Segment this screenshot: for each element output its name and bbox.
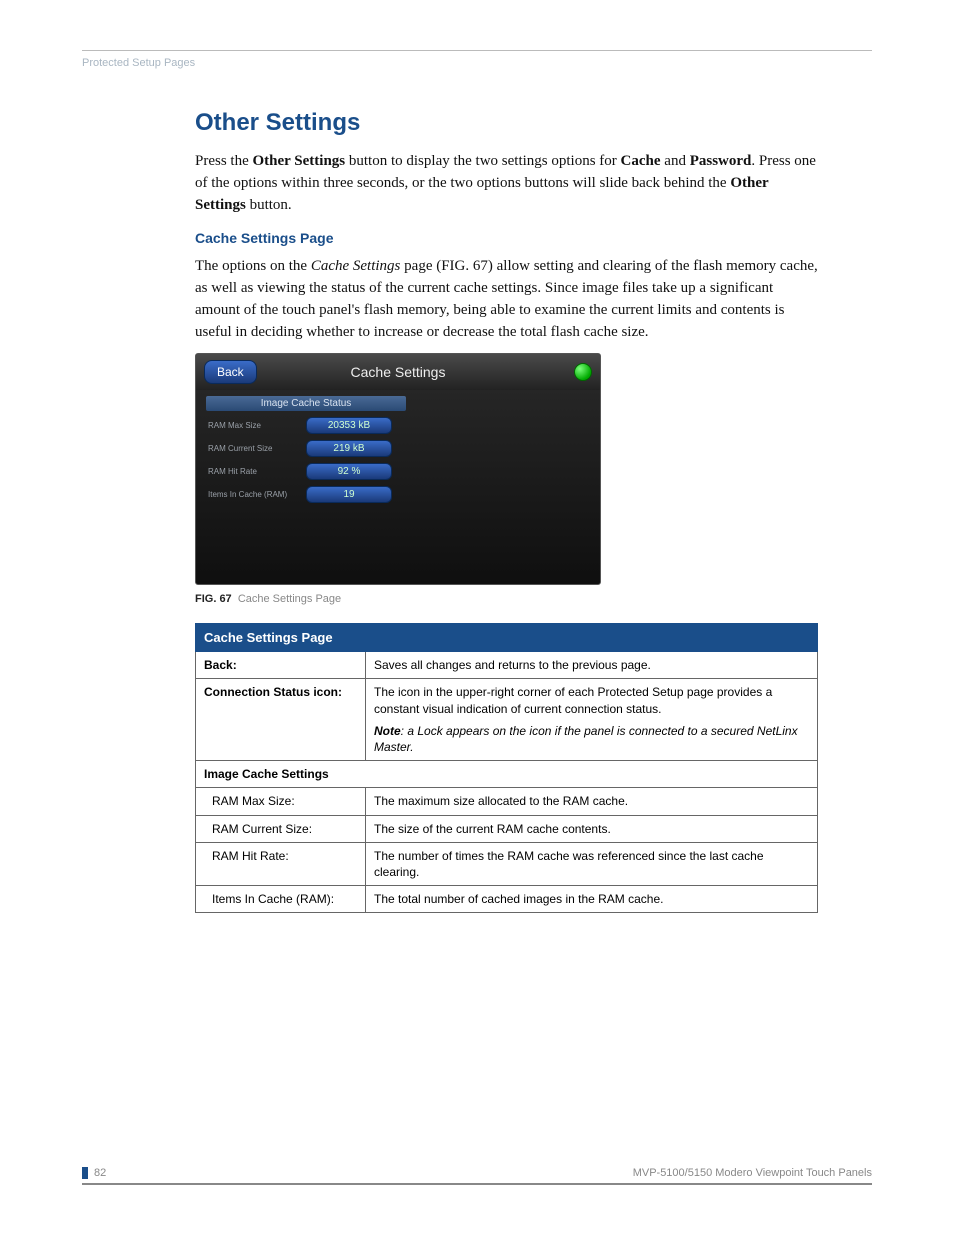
table-row: Connection Status icon: The icon in the … xyxy=(196,679,818,761)
table-row: RAM Hit Rate: The number of times the RA… xyxy=(196,842,818,885)
page-footer: 82 MVP-5100/5150 Modero Viewpoint Touch … xyxy=(82,1167,872,1185)
figure-caption: FIG. 67 Cache Settings Page xyxy=(195,593,818,605)
table-row: Items In Cache (RAM): The total number o… xyxy=(196,886,818,913)
page-number: 82 xyxy=(94,1167,106,1179)
cache-settings-table: Cache Settings Page Back: Saves all chan… xyxy=(195,623,818,913)
figure-section-header: Image Cache Status xyxy=(206,396,406,411)
page-title: Other Settings xyxy=(195,109,818,137)
intro-paragraph: Press the Other Settings button to displ… xyxy=(195,151,818,216)
figure-row: RAM Max Size 20353 kB xyxy=(208,417,600,434)
connection-status-icon xyxy=(574,363,592,381)
section-header: Protected Setup Pages xyxy=(82,57,872,69)
table-row: RAM Current Size: The size of the curren… xyxy=(196,815,818,842)
table-row: Image Cache Settings xyxy=(196,761,818,788)
cache-paragraph: The options on the Cache Settings page (… xyxy=(195,256,818,343)
footer-mark-icon xyxy=(82,1167,88,1179)
doc-title: MVP-5100/5150 Modero Viewpoint Touch Pan… xyxy=(633,1167,872,1179)
table-header: Cache Settings Page xyxy=(196,624,818,652)
table-row: RAM Max Size: The maximum size allocated… xyxy=(196,788,818,815)
figure-row: RAM Hit Rate 92 % xyxy=(208,463,600,480)
figure-row: RAM Current Size 219 kB xyxy=(208,440,600,457)
figure-row: Items In Cache (RAM) 19 xyxy=(208,486,600,503)
subsection-title: Cache Settings Page xyxy=(195,230,818,246)
back-button[interactable]: Back xyxy=(204,360,257,384)
figure-screenshot: Back Cache Settings Image Cache Status R… xyxy=(195,353,601,585)
table-row: Back: Saves all changes and returns to t… xyxy=(196,652,818,679)
top-rule xyxy=(82,50,872,51)
